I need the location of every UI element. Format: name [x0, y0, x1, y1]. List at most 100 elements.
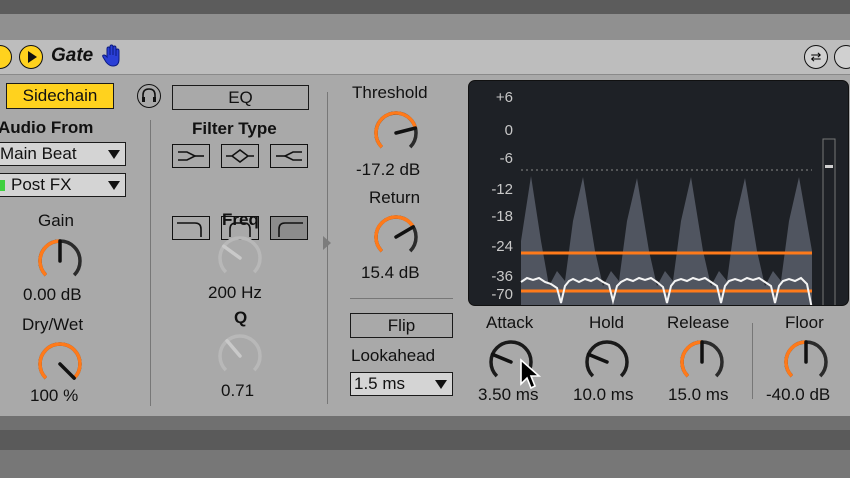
hand-icon	[102, 44, 120, 67]
signal-indicator	[0, 180, 5, 191]
device-title-bar: Gate ⇄	[0, 40, 850, 75]
audio-from-label: Audio From	[0, 118, 94, 137]
gate-display-graph: +6 0 -6 -12 -18 -24 -36-70	[491, 89, 836, 305]
threshold-value: -17.2 dB	[356, 160, 421, 179]
knob-pointer	[222, 244, 242, 260]
db-scale-label: -6	[500, 150, 513, 167]
gain-value: 0.00 dB	[23, 285, 82, 304]
low-pass-icon	[178, 151, 204, 161]
filter-type-label: Filter Type	[192, 119, 277, 138]
release-value: 15.0 ms	[668, 385, 729, 404]
filter-type-highpass-button[interactable]	[270, 144, 308, 168]
headphones-icon	[142, 88, 156, 102]
knob-value-arc	[38, 342, 82, 380]
drywet-value: 100 %	[30, 386, 79, 405]
background-stripe	[0, 450, 850, 478]
knob-pointer	[394, 225, 415, 239]
release-knob[interactable]	[675, 335, 729, 389]
mouse-cursor-icon	[520, 358, 542, 390]
audio-source-value: Main Beat	[0, 144, 77, 163]
flip-button[interactable]: Flip	[350, 313, 453, 338]
knob-value-arc	[784, 340, 807, 378]
knob-value-arc	[38, 239, 61, 277]
hot-swap-icon: ⇄	[810, 49, 822, 64]
db-scale-label: 0	[505, 122, 513, 139]
knob-pointer	[225, 339, 242, 358]
floor-knob[interactable]	[779, 335, 833, 389]
divider	[150, 120, 151, 406]
q-label: Q	[234, 308, 248, 327]
audio-position-dropdown[interactable]: Post FX	[0, 173, 126, 197]
hot-swap-button[interactable]: ⇄	[804, 45, 828, 69]
db-scale-label: -70	[491, 286, 513, 303]
knob-value-arc	[680, 340, 703, 378]
hold-label: Hold	[589, 313, 624, 332]
output-meter	[822, 138, 836, 305]
drywet-label: Dry/Wet	[22, 315, 84, 334]
hold-knob[interactable]	[580, 335, 634, 389]
play-icon	[28, 51, 37, 63]
play-button[interactable]	[19, 45, 43, 69]
freq-label: Freq	[222, 210, 259, 229]
knob-track	[218, 236, 262, 274]
filter-type-bandpass-button[interactable]	[221, 144, 259, 168]
high-shelf-icon	[278, 222, 303, 237]
q-knob[interactable]	[213, 329, 267, 383]
floor-label: Floor	[785, 313, 824, 332]
eq-button[interactable]: EQ	[172, 85, 309, 110]
knob-value-arc	[374, 215, 415, 253]
hold-value: 10.0 ms	[573, 385, 634, 404]
filter-type-lowshelf-button[interactable]	[172, 216, 210, 240]
filter-type-lowpass-button[interactable]	[172, 144, 210, 168]
low-shelf-icon	[177, 222, 202, 237]
freq-knob[interactable]	[213, 231, 267, 285]
divider	[752, 323, 753, 399]
gate-display[interactable]: +6 0 -6 -12 -18 -24 -36 -70	[468, 80, 849, 306]
headphones-button[interactable]	[137, 84, 161, 108]
knob-track	[585, 340, 629, 378]
background-stripe	[0, 416, 850, 430]
release-label: Release	[667, 313, 730, 332]
db-scale-label: +6	[496, 89, 513, 106]
background-stripe	[0, 430, 850, 450]
lookahead-dropdown[interactable]: 1.5 ms	[350, 372, 453, 396]
audio-position-value: Post FX	[11, 175, 72, 194]
sidechain-button[interactable]: Sidechain	[6, 83, 114, 109]
attack-label: Attack	[486, 313, 534, 332]
q-value: 0.71	[221, 381, 255, 400]
return-value: 15.4 dB	[361, 263, 420, 282]
lookahead-label: Lookahead	[351, 346, 436, 365]
knob-pointer	[490, 352, 513, 364]
drywet-knob[interactable]	[33, 337, 87, 391]
divider	[350, 298, 453, 299]
output-meter-peak	[825, 165, 833, 168]
freq-value: 200 Hz	[208, 283, 262, 302]
return-knob[interactable]	[369, 210, 423, 264]
device-on-button[interactable]	[0, 45, 12, 69]
threshold-label: Threshold	[352, 83, 428, 102]
gain-knob[interactable]	[33, 234, 87, 288]
chevron-down-icon	[108, 181, 120, 190]
background-stripe	[0, 14, 850, 40]
chevron-down-icon	[108, 150, 120, 159]
db-scale-label: -12	[491, 181, 513, 198]
threshold-knob[interactable]	[369, 106, 423, 160]
return-label: Return	[369, 188, 421, 207]
knob-pointer	[394, 126, 418, 135]
device-menu-button[interactable]	[834, 45, 850, 69]
lookahead-value: 1.5 ms	[354, 374, 406, 393]
gate-device: Gate ⇄ Sidechain Audio From Main Beat Po…	[0, 40, 850, 416]
floor-value: -40.0 dB	[766, 385, 831, 404]
band-pass-icon	[226, 149, 254, 163]
db-scale-label: -36	[491, 268, 513, 285]
db-scale-label: -18	[491, 208, 513, 225]
db-scale-label: -24	[491, 238, 513, 255]
audio-source-dropdown[interactable]: Main Beat	[0, 142, 126, 166]
device-title: Gate	[51, 45, 94, 66]
background-stripe	[0, 0, 850, 14]
gain-label: Gain	[38, 211, 74, 230]
high-pass-icon	[276, 151, 302, 161]
chevron-down-icon	[435, 380, 447, 389]
filter-type-highshelf-button[interactable]	[270, 216, 308, 240]
section-arrow-icon	[323, 236, 331, 250]
